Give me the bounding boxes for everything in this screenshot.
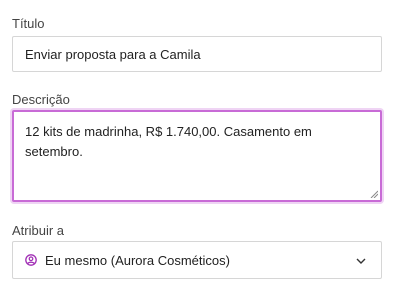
assignee-select[interactable]: Eu mesmo (Aurora Cosméticos) (12, 241, 382, 279)
assignee-value: Eu mesmo (Aurora Cosméticos) (45, 252, 230, 268)
description-textarea[interactable]: 12 kits de madrinha, R$ 1.740,00. Casame… (12, 110, 382, 202)
chevron-down-icon[interactable] (355, 255, 367, 267)
description-label: Descrição (12, 92, 70, 107)
task-form: Título Enviar proposta para a Camila Des… (0, 0, 395, 290)
title-label: Título (12, 16, 45, 31)
title-value: Enviar proposta para a Camila (25, 46, 201, 62)
resize-grip-icon[interactable] (370, 190, 378, 198)
user-circle-icon (25, 254, 37, 266)
title-input[interactable]: Enviar proposta para a Camila (12, 36, 382, 72)
assign-label: Atribuir a (12, 223, 65, 238)
description-value: 12 kits de madrinha, R$ 1.740,00. Casame… (25, 124, 312, 159)
